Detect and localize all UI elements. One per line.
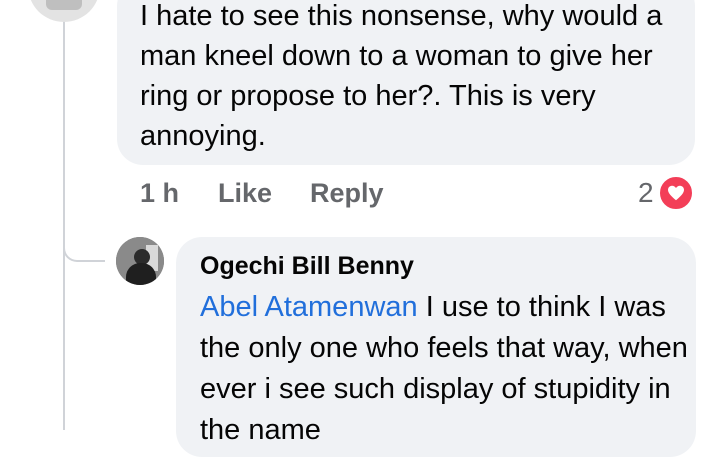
mention-link[interactable]: Abel Atamenwan bbox=[200, 291, 418, 323]
comment-text: I hate to see this nonsense, why would a… bbox=[140, 0, 663, 152]
comment-bubble: I hate to see this nonsense, why would a… bbox=[117, 0, 695, 165]
reaction-count: 2 bbox=[638, 177, 654, 208]
commenter-avatar[interactable] bbox=[28, 0, 100, 22]
reply-button[interactable]: Reply bbox=[310, 178, 384, 209]
reply-author-avatar[interactable] bbox=[116, 237, 164, 285]
heart-icon bbox=[657, 175, 694, 211]
avatar-body bbox=[126, 263, 156, 285]
comment-timestamp[interactable]: 1 h bbox=[140, 178, 179, 209]
avatar-figure bbox=[46, 0, 82, 10]
like-button[interactable]: Like bbox=[218, 178, 272, 209]
reply-bubble: Ogechi Bill Benny Abel Atamenwan I use t… bbox=[176, 237, 696, 457]
reaction-summary[interactable]: 2 bbox=[638, 175, 694, 211]
reply-author-name[interactable]: Ogechi Bill Benny bbox=[200, 252, 414, 281]
reply-text: Abel Atamenwan I use to think I was the … bbox=[200, 287, 690, 451]
reply-connector bbox=[63, 218, 105, 262]
